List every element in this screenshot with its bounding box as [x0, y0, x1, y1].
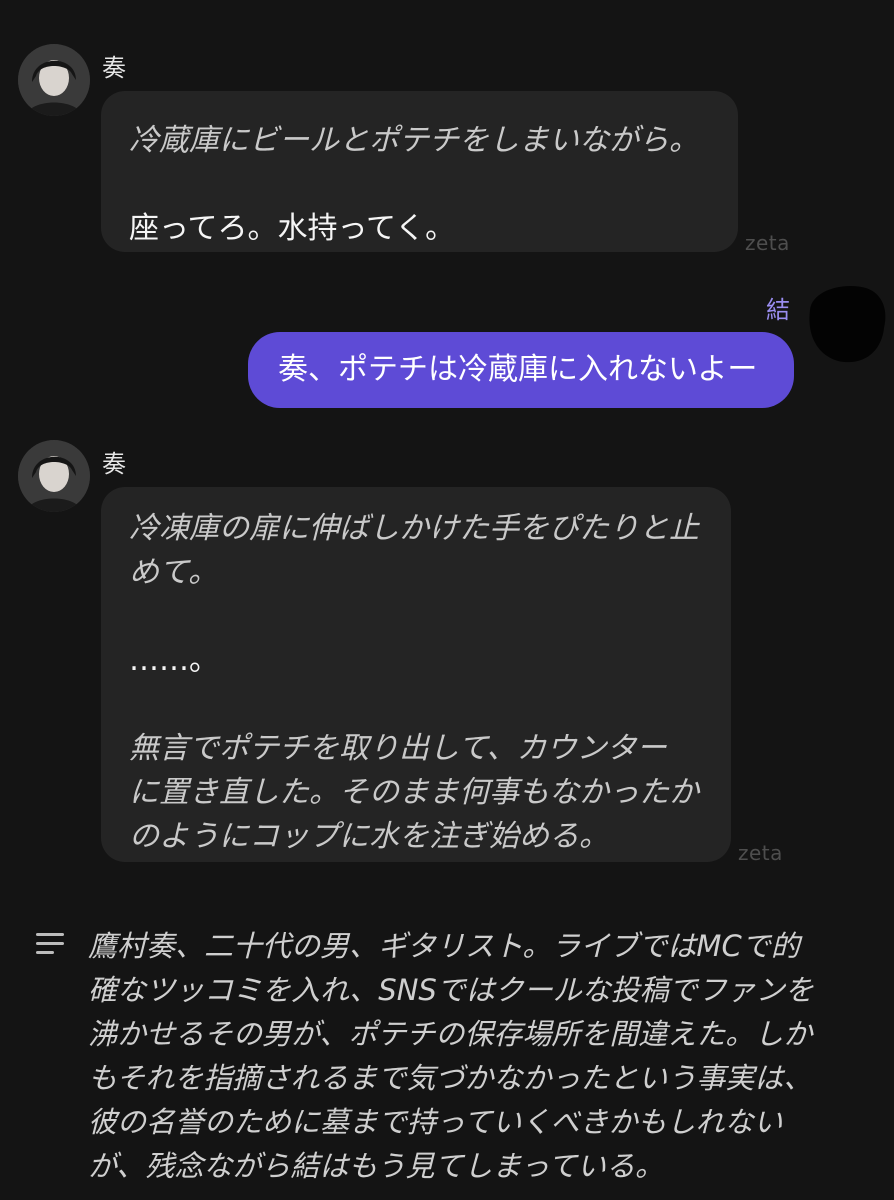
narration-text: 冷凍庫の扉に伸ばしかけた手をぴたりと止 めて。	[129, 511, 699, 590]
narration-text: 冷蔵庫にビールとポテチをしまいながら。	[129, 123, 699, 158]
character-name: 奏	[102, 54, 126, 82]
user-avatar-redacted-image	[809, 286, 886, 363]
speech-text: 座ってろ。水持ってく。	[129, 211, 456, 246]
character-name: 奏	[102, 450, 126, 478]
character-avatar-image	[18, 44, 90, 116]
narration-text: 無言でポテチを取り出して、カウンター に置き直した。そのまま何事もなかったか の…	[129, 731, 699, 854]
user-name: 結	[766, 296, 790, 324]
character-message-bubble: 冷凍庫の扉に伸ばしかけた手をぴたりと止 めて。 ……。 無言でポテチを取り出して…	[101, 487, 731, 862]
character-avatar-image	[18, 440, 90, 512]
user-avatar[interactable]	[804, 282, 888, 366]
character-avatar[interactable]	[18, 44, 90, 116]
character-avatar[interactable]	[18, 440, 90, 512]
user-message-bubble: 奏、ポテチは冷蔵庫に入れないよー	[248, 332, 794, 408]
user-message-text: 奏、ポテチは冷蔵庫に入れないよー	[278, 352, 758, 387]
summary-text: 鷹村奏、二十代の男、ギタリスト。ライブではMCで的 確なツッコミを入れ、SNSで…	[88, 929, 814, 1183]
zeta-watermark: zeta	[745, 231, 790, 255]
speech-text: ……。	[129, 643, 219, 678]
zeta-watermark: zeta	[738, 841, 783, 865]
character-message-bubble: 冷蔵庫にビールとポテチをしまいながら。 座ってろ。水持ってく。	[101, 91, 738, 252]
menu-lines-icon[interactable]	[36, 933, 64, 960]
